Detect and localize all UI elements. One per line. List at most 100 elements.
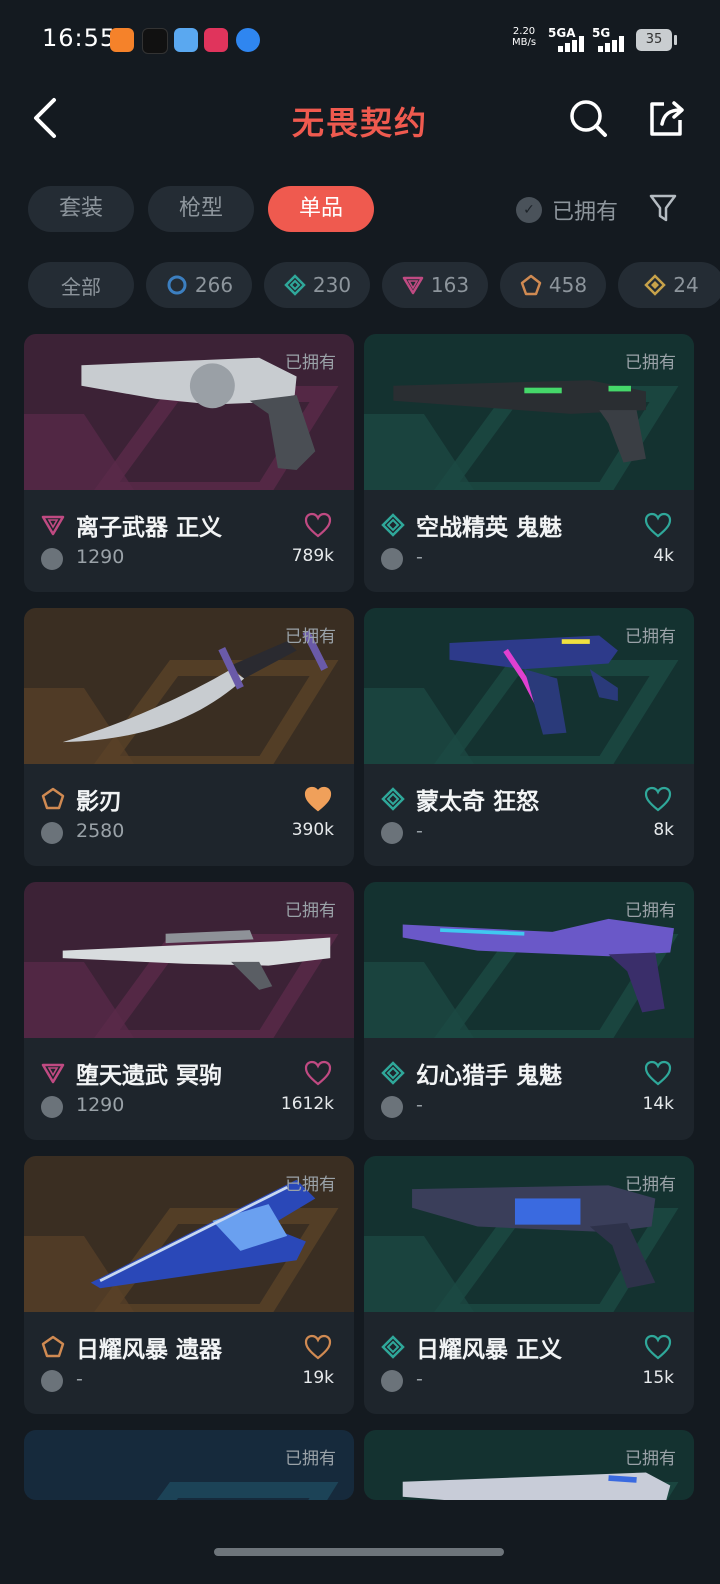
item-price: 1290 xyxy=(76,1094,125,1116)
heart-icon[interactable] xyxy=(644,1060,672,1086)
item-name: 空战精英 鬼魅 xyxy=(416,515,563,541)
weapon-skin-card[interactable]: 已拥有 xyxy=(364,1430,694,1500)
like-count: 390k xyxy=(291,820,334,840)
owned-tag: 已拥有 xyxy=(285,627,336,647)
filter-funnel-icon[interactable] xyxy=(648,192,678,224)
app-notification-icon xyxy=(204,28,228,52)
currency-icon xyxy=(381,548,403,570)
like-count: 4k xyxy=(653,546,674,566)
weapon-image: 已拥有 xyxy=(364,608,694,764)
diamond-rarity-icon xyxy=(284,274,306,296)
rarity-filter-bar: 全部 266 230 163 458 24 xyxy=(0,262,720,310)
weapon-skin-card[interactable]: 已拥有 影刃 2580 390k xyxy=(24,608,354,866)
circle-rarity-icon xyxy=(167,275,187,295)
like-count: 14k xyxy=(642,1094,674,1114)
item-price: - xyxy=(76,1368,83,1390)
owned-filter-label: 已拥有 xyxy=(552,200,619,225)
like-count: 15k xyxy=(642,1368,674,1388)
heart-icon[interactable] xyxy=(644,786,672,812)
triangle-rarity-icon xyxy=(41,515,65,536)
triangle-rarity-icon xyxy=(402,276,424,295)
chip-rarity-triangle[interactable]: 163 xyxy=(382,262,488,308)
item-name: 幻心猎手 鬼魅 xyxy=(416,1063,563,1089)
item-price: - xyxy=(416,546,423,568)
owned-tag: 已拥有 xyxy=(285,353,336,373)
weapon-skin-card[interactable]: 已拥有堕天遗武 冥驹 1290 1612k xyxy=(24,882,354,1140)
owned-tag: 已拥有 xyxy=(285,901,336,921)
weapon-image: 已拥有 xyxy=(24,334,354,490)
item-name: 日耀风暴 正义 xyxy=(416,1337,563,1363)
weapon-skin-card[interactable]: 已拥有空战精英 鬼魅 - 4k xyxy=(364,334,694,592)
item-price: - xyxy=(416,820,423,842)
weapon-skin-card[interactable]: 已拥有 日耀风暴 遗器 - 19k xyxy=(24,1156,354,1414)
item-price: - xyxy=(416,1368,423,1390)
like-count: 1612k xyxy=(280,1094,334,1114)
like-count: 19k xyxy=(302,1368,334,1388)
owned-tag: 已拥有 xyxy=(285,1449,336,1469)
diamond-rarity-icon xyxy=(381,1061,405,1085)
diamond-rarity-icon xyxy=(381,513,405,537)
owned-tag: 已拥有 xyxy=(625,1175,676,1195)
owned-tag: 已拥有 xyxy=(625,627,676,647)
app-notification-icon xyxy=(110,28,134,52)
heart-icon[interactable] xyxy=(304,512,332,538)
owned-tag: 已拥有 xyxy=(625,901,676,921)
battery-icon: 35 xyxy=(636,29,677,51)
chip-rarity-gold[interactable]: 24 xyxy=(618,262,720,308)
owned-tag: 已拥有 xyxy=(625,353,676,373)
page-title: 无畏契约 xyxy=(291,104,428,142)
like-count: 8k xyxy=(653,820,674,840)
weapon-image: 已拥有 xyxy=(364,334,694,490)
weapon-image: 已拥有 xyxy=(364,882,694,1038)
currency-icon xyxy=(41,1096,63,1118)
search-icon[interactable] xyxy=(568,98,608,138)
owned-filter-toggle[interactable]: ✓ 已拥有 xyxy=(516,190,618,230)
weapon-skin-card[interactable]: 已拥有 蒙太奇 狂怒 - 8k xyxy=(364,608,694,866)
heart-icon[interactable] xyxy=(304,1334,332,1360)
home-indicator[interactable] xyxy=(214,1548,504,1556)
weapon-skin-card[interactable]: 已拥有日耀风暴 正义 - 15k xyxy=(364,1156,694,1414)
heart-icon[interactable] xyxy=(644,1334,672,1360)
chip-rarity-circle[interactable]: 266 xyxy=(146,262,252,308)
weapon-skin-card[interactable]: 已拥有幻心猎手 鬼魅 - 14k xyxy=(364,882,694,1140)
weapon-image: 已拥有 xyxy=(364,1430,694,1500)
heart-icon[interactable] xyxy=(644,512,672,538)
currency-icon xyxy=(381,1096,403,1118)
network-speed: 2.20 MB/s xyxy=(512,26,537,48)
share-icon[interactable] xyxy=(646,98,686,138)
item-name: 堕天遗武 冥驹 xyxy=(76,1063,223,1089)
signal-icon xyxy=(598,32,638,52)
chip-rarity-diamond[interactable]: 230 xyxy=(264,262,370,308)
currency-icon xyxy=(381,822,403,844)
currency-icon xyxy=(41,548,63,570)
diamond-gold-rarity-icon xyxy=(644,274,667,296)
weapon-image: 已拥有 xyxy=(24,1156,354,1312)
currency-icon xyxy=(41,822,63,844)
browser-notification-icon xyxy=(236,28,260,52)
tiktok-notification-icon xyxy=(142,28,168,54)
pentagon-rarity-icon xyxy=(41,787,65,810)
owned-tag: 已拥有 xyxy=(285,1175,336,1195)
like-count: 789k xyxy=(291,546,334,566)
item-price: 2580 xyxy=(76,820,125,842)
heart-icon[interactable] xyxy=(304,1060,332,1086)
app-notification-icon xyxy=(174,28,198,52)
heart-icon[interactable] xyxy=(304,786,332,812)
tab-single-items[interactable]: 单品 xyxy=(268,186,374,232)
tab-bundles[interactable]: 套装 xyxy=(28,186,134,232)
tab-weapon-types[interactable]: 枪型 xyxy=(148,186,254,232)
owned-tag: 已拥有 xyxy=(625,1449,676,1469)
item-price: 1290 xyxy=(76,546,125,568)
diamond-rarity-icon xyxy=(381,1335,405,1359)
item-price: - xyxy=(416,1094,423,1116)
chip-all[interactable]: 全部 xyxy=(28,262,134,308)
status-bar: 16:55 2.20 MB/s 5GA 5G 35 xyxy=(0,0,720,80)
weapon-image: 已拥有 xyxy=(24,608,354,764)
check-icon: ✓ xyxy=(516,197,542,223)
chip-rarity-pentagon[interactable]: 458 xyxy=(500,262,606,308)
weapon-skin-card[interactable]: 已拥有离子武器 正义 1290 789k xyxy=(24,334,354,592)
status-time: 16:55 xyxy=(42,24,117,52)
currency-icon xyxy=(41,1370,63,1392)
item-name: 离子武器 正义 xyxy=(76,515,223,541)
weapon-skin-card[interactable]: 已拥有 xyxy=(24,1430,354,1500)
